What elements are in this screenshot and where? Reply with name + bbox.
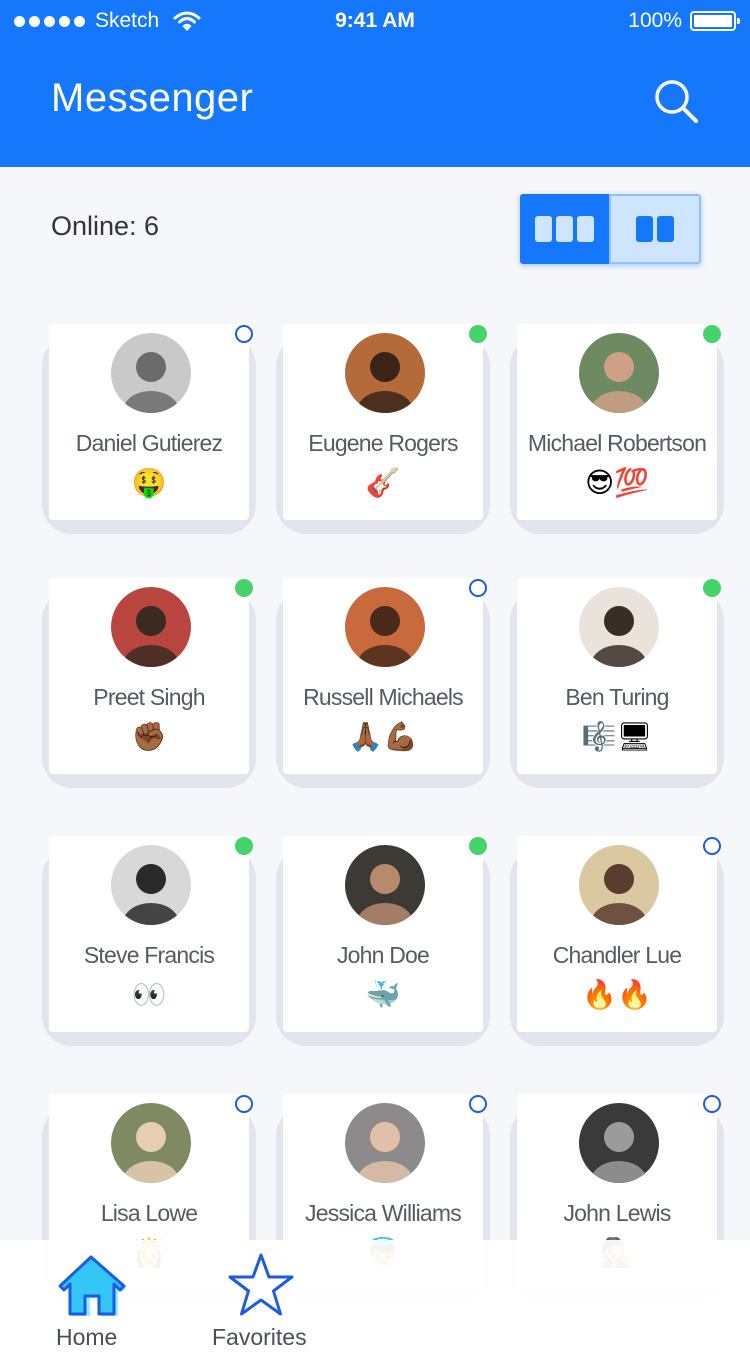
- card-body: Eugene Rogers 🎸: [283, 324, 483, 520]
- tab-label: Home: [56, 1324, 118, 1350]
- page-title: Messenger: [51, 76, 254, 120]
- avatar: [579, 845, 659, 925]
- contact-name: Jessica Williams: [305, 1200, 462, 1226]
- contact-name: Chandler Lue: [552, 942, 682, 968]
- contact-name: Preet Singh: [93, 684, 205, 710]
- contact-name: Russell Michaels: [303, 684, 464, 710]
- avatar: [111, 845, 191, 925]
- card-body: Preet Singh ✊🏾: [49, 578, 249, 774]
- tab-label: Favorites: [212, 1324, 307, 1350]
- online-indicator: [469, 837, 487, 855]
- contact-status-emoji: 🎸: [365, 466, 401, 499]
- star-icon: [228, 1253, 294, 1316]
- contact-name: John Doe: [336, 942, 430, 968]
- avatar: [345, 845, 425, 925]
- avatar: [111, 1103, 191, 1183]
- battery-percent: 100%: [628, 9, 682, 32]
- contact-name: John Lewis: [563, 1200, 671, 1226]
- offline-indicator: [703, 837, 721, 855]
- layout-toggle: [520, 194, 701, 264]
- avatar: [111, 333, 191, 413]
- avatar: [579, 587, 659, 667]
- online-indicator: [235, 837, 253, 855]
- online-indicator: [703, 579, 721, 597]
- contact-status-emoji: 🐳: [365, 978, 401, 1011]
- column-bar-icon: [534, 216, 552, 242]
- avatar: [111, 587, 191, 667]
- battery-status: 100%: [628, 9, 740, 33]
- online-indicator: [469, 325, 487, 343]
- three-column-view-button[interactable]: [520, 194, 609, 264]
- contact-name: Eugene Rogers: [308, 430, 458, 456]
- contact-name: Ben Turing: [565, 684, 669, 710]
- contact-card[interactable]: Michael Robertson 😎💯: [510, 324, 724, 534]
- column-bar-icon: [555, 216, 573, 242]
- contact-card[interactable]: Preet Singh ✊🏾: [42, 578, 256, 788]
- card-body: Michael Robertson 😎💯: [517, 324, 717, 520]
- offline-indicator: [703, 1095, 721, 1113]
- status-bar: Sketch 9:41 AM 100%: [0, 0, 750, 40]
- contact-card[interactable]: Russell Michaels 🙏🏾💪🏾: [276, 578, 490, 788]
- card-body: Steve Francis 👀: [49, 836, 249, 1032]
- card-body: John Doe 🐳: [283, 836, 483, 1032]
- contact-card[interactable]: Chandler Lue 🔥🔥: [510, 836, 724, 1046]
- avatar: [345, 333, 425, 413]
- two-column-view-button[interactable]: [608, 194, 701, 264]
- contact-card[interactable]: Eugene Rogers 🎸: [276, 324, 490, 534]
- offline-indicator: [235, 325, 253, 343]
- tab-bar: Home Favorites: [0, 1240, 750, 1354]
- contact-status-emoji: ✊🏾: [131, 720, 167, 753]
- contact-card[interactable]: Daniel Gutierez 🤑: [42, 324, 256, 534]
- contact-status-emoji: 👀: [131, 978, 167, 1011]
- nav-bar: Messenger: [0, 40, 750, 167]
- column-bar-icon: [635, 216, 653, 242]
- offline-indicator: [235, 1095, 253, 1113]
- contact-name: Michael Robertson: [527, 430, 707, 456]
- offline-indicator: [469, 579, 487, 597]
- avatar: [345, 1103, 425, 1183]
- contact-status-emoji: 🔥🔥: [582, 978, 652, 1011]
- search-button[interactable]: [650, 75, 704, 129]
- avatar: [345, 587, 425, 667]
- contact-card[interactable]: Ben Turing 🎼🖥: [510, 578, 724, 788]
- column-bar-icon: [576, 216, 594, 242]
- avatar: [579, 333, 659, 413]
- contact-card[interactable]: John Doe 🐳: [276, 836, 490, 1046]
- contact-status-emoji: 🤑: [131, 466, 167, 499]
- search-icon: [655, 80, 698, 123]
- contact-status-emoji: 😎💯: [584, 466, 650, 499]
- contact-status-emoji: 🙏🏾💪🏾: [348, 720, 418, 753]
- card-body: Russell Michaels 🙏🏾💪🏾: [283, 578, 483, 774]
- contact-name: Lisa Lowe: [100, 1200, 198, 1226]
- online-indicator: [703, 325, 721, 343]
- avatar: [579, 1103, 659, 1183]
- tab-home[interactable]: Home: [40, 1246, 140, 1350]
- contact-name: Daniel Gutierez: [75, 430, 223, 456]
- card-body: Ben Turing 🎼🖥: [517, 578, 717, 774]
- card-body: Daniel Gutierez 🤑: [49, 324, 249, 520]
- online-count: Online: 6: [51, 211, 160, 241]
- tab-favorites[interactable]: Favorites: [205, 1246, 325, 1350]
- contact-status-emoji: 🎼🖥: [581, 720, 653, 753]
- home-icon: [58, 1255, 126, 1316]
- online-indicator: [235, 579, 253, 597]
- card-body: Chandler Lue 🔥🔥: [517, 836, 717, 1032]
- offline-indicator: [469, 1095, 487, 1113]
- battery-icon: [690, 11, 740, 31]
- contact-name: Steve Francis: [83, 942, 215, 968]
- column-bar-icon: [656, 216, 674, 242]
- contact-card[interactable]: Steve Francis 👀: [42, 836, 256, 1046]
